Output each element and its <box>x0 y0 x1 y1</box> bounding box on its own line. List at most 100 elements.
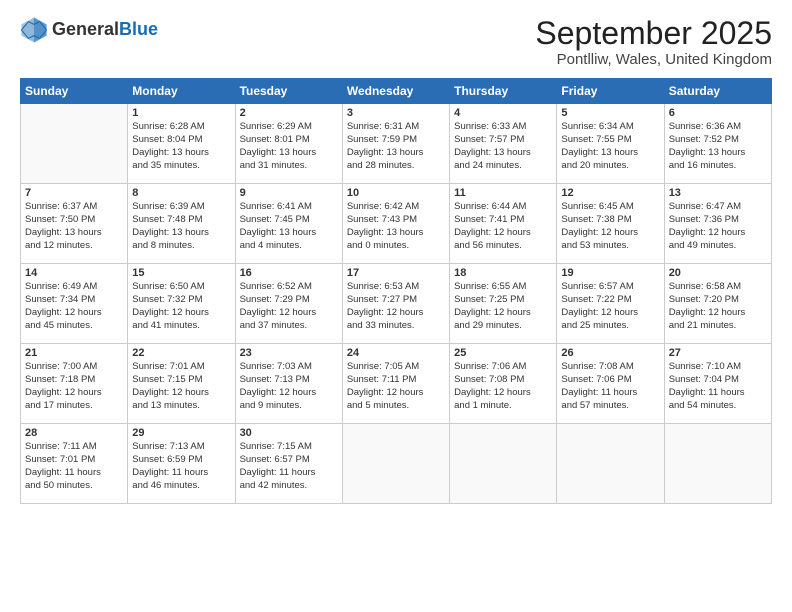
week-row-3: 21Sunrise: 7:00 AMSunset: 7:18 PMDayligh… <box>21 344 772 424</box>
calendar-cell <box>450 424 557 504</box>
info-line: Sunrise: 6:49 AM <box>25 281 97 292</box>
info-line: Sunrise: 6:41 AM <box>240 201 312 212</box>
info-line: and 17 minutes. <box>25 400 93 411</box>
calendar-cell: 28Sunrise: 7:11 AMSunset: 7:01 PMDayligh… <box>21 424 128 504</box>
info-line: Daylight: 13 hours <box>347 227 424 238</box>
info-line: Daylight: 11 hours <box>669 387 745 398</box>
info-line: Sunset: 7:27 PM <box>347 294 417 305</box>
day-number: 15 <box>132 267 230 279</box>
info-line: Sunset: 7:22 PM <box>561 294 631 305</box>
info-line: and 45 minutes. <box>25 320 93 331</box>
info-line: Daylight: 11 hours <box>25 467 101 478</box>
info-line: and 28 minutes. <box>347 160 415 171</box>
info-line: and 25 minutes. <box>561 320 629 331</box>
info-line: Sunrise: 6:29 AM <box>240 121 312 132</box>
day-info: Sunrise: 6:47 AMSunset: 7:36 PMDaylight:… <box>669 201 767 252</box>
day-info: Sunrise: 6:50 AMSunset: 7:32 PMDaylight:… <box>132 281 230 332</box>
info-line: Sunrise: 6:52 AM <box>240 281 312 292</box>
day-info: Sunrise: 6:33 AMSunset: 7:57 PMDaylight:… <box>454 121 552 172</box>
info-line: Sunset: 7:34 PM <box>25 294 95 305</box>
info-line: and 42 minutes. <box>240 480 308 491</box>
info-line: Sunrise: 7:08 AM <box>561 361 633 372</box>
week-row-1: 7Sunrise: 6:37 AMSunset: 7:50 PMDaylight… <box>21 184 772 264</box>
info-line: Sunrise: 6:33 AM <box>454 121 526 132</box>
info-line: and 37 minutes. <box>240 320 308 331</box>
info-line: Sunrise: 6:53 AM <box>347 281 419 292</box>
info-line: Sunrise: 6:45 AM <box>561 201 633 212</box>
header-day-saturday: Saturday <box>664 79 771 104</box>
info-line: Daylight: 13 hours <box>25 227 102 238</box>
info-line: Sunset: 7:38 PM <box>561 214 631 225</box>
info-line: Daylight: 13 hours <box>347 147 424 158</box>
info-line: and 21 minutes. <box>669 320 737 331</box>
day-number: 29 <box>132 427 230 439</box>
calendar-cell: 30 Sunrise: 7:15 AMSunset: 6:57 PMDayligh… <box>235 424 342 504</box>
info-line: Sunrise: 6:58 AM <box>669 281 741 292</box>
info-line: Daylight: 11 hours <box>132 467 208 478</box>
header-day-thursday: Thursday <box>450 79 557 104</box>
info-line: Sunset: 7:18 PM <box>25 374 95 385</box>
day-info: Sunrise: 7:15 AMSunset: 6:57 PMDaylight:… <box>240 441 338 492</box>
header-day-sunday: Sunday <box>21 79 128 104</box>
calendar-cell: 27Sunrise: 7:10 AMSunset: 7:04 PMDayligh… <box>664 344 771 424</box>
week-row-4: 28Sunrise: 7:11 AMSunset: 7:01 PMDayligh… <box>21 424 772 504</box>
info-line: Sunrise: 6:31 AM <box>347 121 419 132</box>
info-line: and 12 minutes. <box>25 240 93 251</box>
info-line: Sunrise: 6:50 AM <box>132 281 204 292</box>
info-line: Sunrise: 6:34 AM <box>561 121 633 132</box>
info-line: Daylight: 12 hours <box>240 387 317 398</box>
info-line: Sunset: 6:57 PM <box>240 454 310 465</box>
day-number: 25 <box>454 347 552 359</box>
info-line: Sunset: 7:41 PM <box>454 214 524 225</box>
day-info: Sunrise: 6:45 AMSunset: 7:38 PMDaylight:… <box>561 201 659 252</box>
info-line: Sunset: 7:52 PM <box>669 134 739 145</box>
day-number: 9 <box>240 187 338 199</box>
day-number: 8 <box>132 187 230 199</box>
day-number: 2 <box>240 107 338 119</box>
title-block: September 2025 Pontlliw, Wales, United K… <box>535 16 772 68</box>
info-line: Sunset: 7:36 PM <box>669 214 739 225</box>
info-line: Sunset: 7:15 PM <box>132 374 202 385</box>
day-info: Sunrise: 7:06 AMSunset: 7:08 PMDaylight:… <box>454 361 552 412</box>
day-info: Sunrise: 6:57 AMSunset: 7:22 PMDaylight:… <box>561 281 659 332</box>
day-info: Sunrise: 6:49 AMSunset: 7:34 PMDaylight:… <box>25 281 123 332</box>
day-info: Sunrise: 7:01 AMSunset: 7:15 PMDaylight:… <box>132 361 230 412</box>
info-line: and 31 minutes. <box>240 160 308 171</box>
info-line: Sunset: 7:08 PM <box>454 374 524 385</box>
calendar-cell <box>342 424 449 504</box>
info-line: Sunset: 7:25 PM <box>454 294 524 305</box>
calendar-cell: 20Sunrise: 6:58 AMSunset: 7:20 PMDayligh… <box>664 264 771 344</box>
calendar-cell <box>664 424 771 504</box>
info-line: Sunrise: 6:36 AM <box>669 121 741 132</box>
header-day-wednesday: Wednesday <box>342 79 449 104</box>
info-line: Sunrise: 6:57 AM <box>561 281 633 292</box>
calendar-cell: 16Sunrise: 6:52 AMSunset: 7:29 PMDayligh… <box>235 264 342 344</box>
info-line: and 57 minutes. <box>561 400 629 411</box>
info-line: Sunrise: 7:00 AM <box>25 361 97 372</box>
info-line: Sunrise: 7:13 AM <box>132 441 204 452</box>
day-info: Sunrise: 7:13 AMSunset: 6:59 PMDaylight:… <box>132 441 230 492</box>
info-line: Sunrise: 7:06 AM <box>454 361 526 372</box>
day-number: 30 <box>240 427 338 439</box>
info-line: and 9 minutes. <box>240 400 302 411</box>
info-line: and 16 minutes. <box>669 160 737 171</box>
info-line: Daylight: 11 hours <box>561 387 637 398</box>
month-title: September 2025 <box>535 16 772 51</box>
info-line: Sunrise: 6:37 AM <box>25 201 97 212</box>
calendar-cell: 13Sunrise: 6:47 AMSunset: 7:36 PMDayligh… <box>664 184 771 264</box>
day-info: Sunrise: 6:52 AMSunset: 7:29 PMDaylight:… <box>240 281 338 332</box>
day-number: 23 <box>240 347 338 359</box>
day-info: Sunrise: 6:31 AMSunset: 7:59 PMDaylight:… <box>347 121 445 172</box>
info-line: and 5 minutes. <box>347 400 409 411</box>
info-line: Daylight: 13 hours <box>240 147 317 158</box>
calendar-cell: 8Sunrise: 6:39 AMSunset: 7:48 PMDaylight… <box>128 184 235 264</box>
calendar-cell: 19Sunrise: 6:57 AMSunset: 7:22 PMDayligh… <box>557 264 664 344</box>
info-line: Daylight: 12 hours <box>454 227 531 238</box>
info-line: Daylight: 12 hours <box>132 387 209 398</box>
day-info: Sunrise: 6:42 AMSunset: 7:43 PMDaylight:… <box>347 201 445 252</box>
calendar-cell: 4Sunrise: 6:33 AMSunset: 7:57 PMDaylight… <box>450 104 557 184</box>
info-line: Sunset: 7:43 PM <box>347 214 417 225</box>
info-line: and 33 minutes. <box>347 320 415 331</box>
day-number: 17 <box>347 267 445 279</box>
logo: GeneralBlue <box>20 16 158 44</box>
